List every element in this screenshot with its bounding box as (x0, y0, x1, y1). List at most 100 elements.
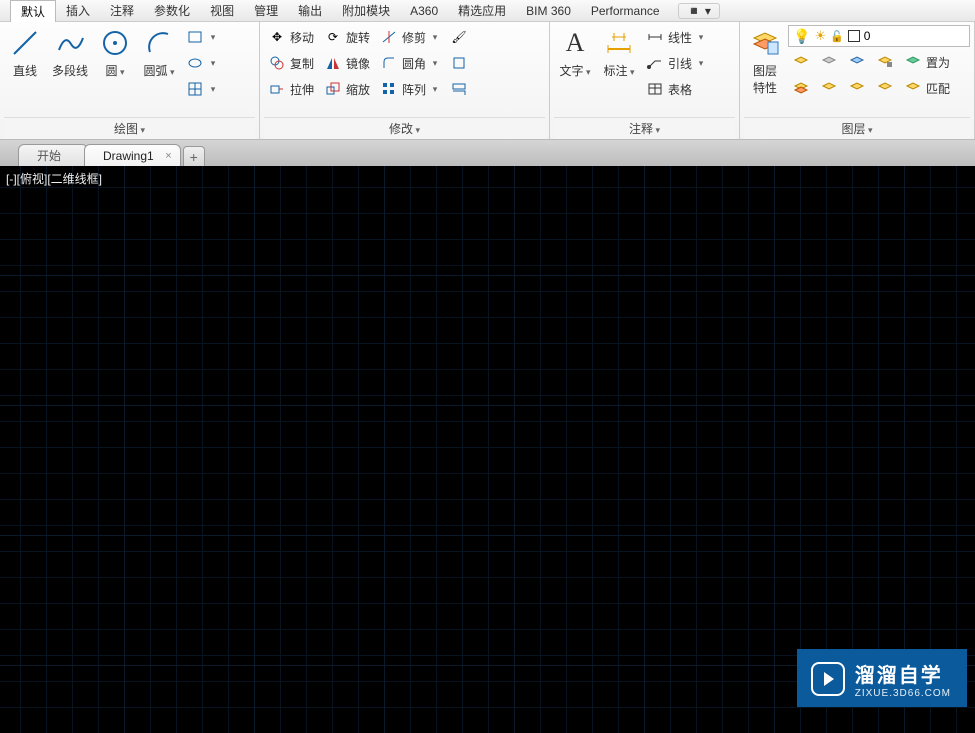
layer-btn-3[interactable] (818, 50, 840, 74)
table-icon (646, 80, 664, 98)
panel-draw-title[interactable]: 绘图 (4, 117, 255, 139)
watermark-sub: ZIXUE.3D66.COM (855, 688, 951, 699)
layer-stack2-icon (792, 79, 810, 97)
layer-btn-8[interactable] (874, 76, 896, 100)
layer-match-icon (904, 79, 922, 97)
setcurrent-label: 置为 (926, 54, 950, 71)
fillet-label: 圆角 (402, 55, 426, 72)
menu-insert[interactable]: 插入 (56, 0, 100, 21)
tool-text[interactable]: A 文字 (554, 25, 596, 81)
menu-addins[interactable]: 附加模块 (332, 0, 400, 21)
leader-icon (646, 54, 664, 72)
layer-btn-4[interactable] (818, 76, 840, 100)
document-tab-bar: 开始 Drawing1 × + (0, 140, 975, 166)
copy-label: 复制 (290, 55, 314, 72)
move-label: 移动 (290, 29, 314, 46)
view-label[interactable]: [-][俯视][二维线框] (6, 170, 102, 187)
layer-btn-1[interactable] (790, 50, 812, 74)
text-icon: A (559, 27, 591, 59)
menu-parametric[interactable]: 参数化 (144, 0, 200, 21)
lock-icon: 🔓 (830, 30, 844, 43)
tool-layerprops[interactable]: 图层 特性 (744, 25, 786, 98)
layer-btn-6[interactable] (846, 76, 868, 100)
layer-btn-2[interactable] (790, 76, 812, 100)
menu-featured[interactable]: 精选应用 (448, 0, 516, 21)
tool-hatch[interactable]: ▾ (184, 77, 220, 101)
tool-trim[interactable]: 修剪▾ (378, 25, 442, 49)
layer-match[interactable]: 匹配 (902, 76, 952, 100)
watermark: 溜溜自学 ZIXUE.3D66.COM (797, 649, 967, 707)
menu-annotate[interactable]: 注释 (100, 0, 144, 21)
tool-ellipse[interactable]: ▾ (184, 51, 220, 75)
tool-stretch[interactable]: 拉伸 (266, 77, 316, 101)
menu-overflow[interactable]: ◾ ▾ (678, 3, 720, 19)
ribbon: 直线 多段线 圆 圆弧 ▾ ▾ ▾ 绘图 (0, 22, 975, 140)
menu-output[interactable]: 输出 (288, 0, 332, 21)
panel-annotation: A 文字 标注 线性▾ 引线▾ 表格 注释 (550, 22, 740, 139)
panel-modify-title[interactable]: 修改 (264, 117, 545, 139)
tool-extra2[interactable] (448, 51, 470, 75)
tool-dimension[interactable]: 标注 (598, 25, 640, 81)
menu-default[interactable]: 默认 (10, 0, 56, 22)
brush-icon: 🖌 (450, 28, 468, 46)
layerprops-label: 图层 特性 (753, 62, 777, 96)
tool-table[interactable]: 表格 (644, 77, 708, 101)
table-label: 表格 (668, 81, 692, 98)
array-icon (380, 80, 398, 98)
tab-drawing1-label: Drawing1 (103, 149, 154, 163)
mirror-label: 镜像 (346, 55, 370, 72)
layer-setcurrent[interactable]: 置为 (902, 50, 952, 74)
tab-add[interactable]: + (183, 146, 205, 166)
tool-circle[interactable]: 圆 (94, 25, 136, 81)
layer-off-icon (820, 53, 838, 71)
rect-icon (186, 28, 204, 46)
play-icon (811, 662, 845, 696)
drawing-canvas[interactable]: [-][俯视][二维线框] 溜溜自学 ZIXUE.3D66.COM (0, 166, 975, 733)
tool-arc[interactable]: 圆弧 (138, 25, 180, 81)
layer-btn-7[interactable] (874, 50, 896, 74)
tool-array[interactable]: 阵列▾ (378, 77, 442, 101)
scale-label: 缩放 (346, 81, 370, 98)
tab-start[interactable]: 开始 (18, 144, 88, 166)
fillet-icon (380, 54, 398, 72)
tool-copy[interactable]: 复制 (266, 51, 316, 75)
menu-manage[interactable]: 管理 (244, 0, 288, 21)
tab-drawing1[interactable]: Drawing1 × (84, 144, 181, 166)
tab-close-icon[interactable]: × (165, 150, 171, 162)
menu-a360[interactable]: A360 (400, 2, 448, 20)
tab-start-label: 开始 (37, 147, 61, 164)
array-label: 阵列 (402, 81, 426, 98)
trim-label: 修剪 (402, 29, 426, 46)
tool-linear[interactable]: 线性▾ (644, 25, 708, 49)
tool-line[interactable]: 直线 (4, 25, 46, 81)
move-icon: ✥ (268, 28, 286, 46)
layer-stack-icon (792, 53, 810, 71)
ellipse-icon (186, 54, 204, 72)
tool-fillet[interactable]: 圆角▾ (378, 51, 442, 75)
dim-label: 标注 (603, 62, 634, 79)
tool-rotate[interactable]: ⟳旋转 (322, 25, 372, 49)
menu-view[interactable]: 视图 (200, 0, 244, 21)
tool-leader[interactable]: 引线▾ (644, 51, 708, 75)
panel-annotation-title[interactable]: 注释 (554, 117, 735, 139)
tool-polyline[interactable]: 多段线 (48, 25, 92, 81)
layer-btn-5[interactable] (846, 50, 868, 74)
tool-extra3[interactable] (448, 77, 470, 101)
trim-icon (380, 28, 398, 46)
arc-icon (143, 27, 175, 59)
tool-move[interactable]: ✥移动 (266, 25, 316, 49)
stretch-label: 拉伸 (290, 81, 314, 98)
layer-thaw-icon (848, 79, 866, 97)
polyline-icon (54, 27, 86, 59)
menu-performance[interactable]: Performance (581, 2, 670, 20)
mirror-icon (324, 54, 342, 72)
tool-mirror[interactable]: 镜像 (322, 51, 372, 75)
menu-bim360[interactable]: BIM 360 (516, 2, 581, 20)
color-swatch (848, 30, 860, 42)
tool-rect[interactable]: ▾ (184, 25, 220, 49)
layer-status-dropdown[interactable]: 💡 ☀ 🔓 0 (788, 25, 970, 47)
menu-bar: 默认 插入 注释 参数化 视图 管理 输出 附加模块 A360 精选应用 BIM… (0, 0, 975, 22)
panel-layers-title[interactable]: 图层 (744, 117, 970, 139)
tool-extra1[interactable]: 🖌 (448, 25, 470, 49)
tool-scale[interactable]: 缩放 (322, 77, 372, 101)
